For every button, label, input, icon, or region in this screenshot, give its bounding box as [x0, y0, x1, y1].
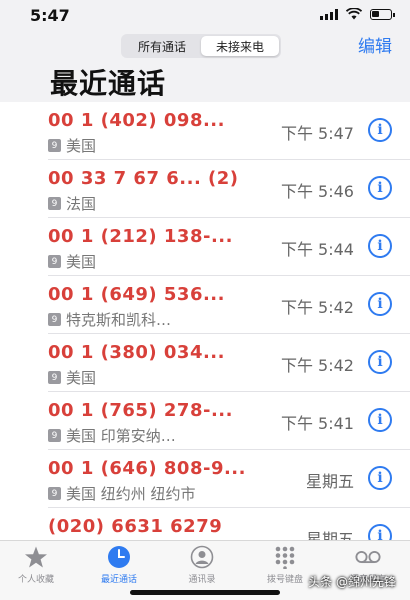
- call-number: 00 1 (212) 138-...: [48, 226, 233, 247]
- recents-list[interactable]: 00 1 (402) 098... 9 美国 下午 5:47 i 00 33 7 …: [0, 102, 410, 540]
- tab-label: 最近通话: [100, 575, 137, 585]
- call-location: 法国: [66, 195, 97, 213]
- call-number: 00 1 (402) 098...: [48, 110, 225, 131]
- info-icon[interactable]: i: [368, 524, 392, 540]
- call-row[interactable]: 00 1 (649) 536... 9 特克斯和凯科… 下午 5:42 i: [0, 276, 410, 334]
- info-icon[interactable]: i: [368, 176, 392, 200]
- status-bar: 5:47: [0, 0, 410, 30]
- call-row[interactable]: 00 1 (380) 034... 9 美国 下午 5:42 i: [0, 334, 410, 392]
- call-row[interactable]: 00 1 (212) 138-... 9 美国 下午 5:44 i: [0, 218, 410, 276]
- phone-label-icon: 9: [48, 371, 61, 384]
- call-row[interactable]: (020) 6631 6279 9 星期五 i: [0, 508, 410, 540]
- call-number: 00 1 (649) 536...: [48, 284, 225, 305]
- edit-button[interactable]: 编辑: [358, 32, 392, 57]
- call-filter-segmented-control[interactable]: 所有通话 未接来电: [121, 34, 281, 58]
- call-time: 下午 5:47: [280, 124, 354, 143]
- voicemail-icon: [355, 545, 381, 569]
- info-icon[interactable]: i: [368, 118, 392, 142]
- star-icon: [23, 545, 49, 569]
- call-time: 下午 5:44: [280, 240, 354, 259]
- clock-icon: [106, 545, 132, 569]
- call-number: (020) 6631 6279: [48, 516, 223, 537]
- call-time: 下午 5:41: [280, 414, 354, 433]
- call-time: 下午 5:42: [280, 298, 354, 317]
- keypad-icon: [272, 545, 298, 569]
- tab-recents[interactable]: 最近通话: [89, 545, 149, 585]
- home-indicator[interactable]: [130, 590, 280, 595]
- info-icon[interactable]: i: [368, 408, 392, 432]
- phone-label-icon: 9: [48, 197, 61, 210]
- contact-icon: [189, 545, 215, 569]
- phone-label-icon: 9: [48, 139, 61, 152]
- phone-label-icon: 9: [48, 487, 61, 500]
- call-row[interactable]: 00 1 (646) 808-9... 9 美国 纽约州 纽约市 星期五 i: [0, 450, 410, 508]
- call-time: 下午 5:42: [280, 356, 354, 375]
- segment-all-calls[interactable]: 所有通话: [123, 36, 201, 56]
- call-location: 美国: [66, 253, 97, 271]
- cellular-signal-icon: [320, 8, 338, 20]
- call-number: 00 1 (646) 808-9...: [48, 458, 246, 479]
- phone-label-icon: 9: [48, 255, 61, 268]
- call-time: 星期五: [305, 530, 354, 540]
- call-row[interactable]: 00 1 (402) 098... 9 美国 下午 5:47 i: [0, 102, 410, 160]
- tab-label: 拨号键盘: [266, 575, 303, 585]
- tab-contacts[interactable]: 通讯录: [172, 545, 232, 585]
- page-title: 最近通话: [50, 67, 167, 100]
- call-time: 星期五: [305, 472, 354, 491]
- call-row[interactable]: 00 33 7 67 6... (2) 9 法国 下午 5:46 i: [0, 160, 410, 218]
- info-icon[interactable]: i: [368, 350, 392, 374]
- tab-label: 通讯录: [188, 575, 216, 585]
- wifi-icon: [346, 8, 362, 20]
- phone-label-icon: 9: [48, 313, 61, 326]
- call-number: 00 1 (765) 278-...: [48, 400, 233, 421]
- call-location: 特克斯和凯科…: [66, 311, 172, 329]
- phone-label-icon: 9: [48, 429, 61, 442]
- status-time: 5:47: [30, 6, 70, 25]
- tab-label: 个人收藏: [17, 575, 54, 585]
- tab-favorites[interactable]: 个人收藏: [6, 545, 66, 585]
- segment-missed-calls[interactable]: 未接来电: [201, 36, 279, 56]
- call-location: 美国: [66, 137, 97, 155]
- call-number: 00 1 (380) 034...: [48, 342, 225, 363]
- info-icon[interactable]: i: [368, 234, 392, 258]
- watermark: 头条 @錦州先锋: [308, 575, 396, 589]
- status-icons: [320, 8, 395, 20]
- tab-keypad[interactable]: 拨号键盘: [255, 545, 315, 585]
- call-location: 美国 纽约州 纽约市: [66, 485, 196, 503]
- call-location: 美国 印第安纳…: [66, 427, 176, 445]
- battery-icon: [370, 8, 395, 20]
- call-location: 美国: [66, 369, 97, 387]
- call-row[interactable]: 00 1 (765) 278-... 9 美国 印第安纳… 下午 5:41 i: [0, 392, 410, 450]
- info-icon[interactable]: i: [368, 466, 392, 490]
- call-number: 00 33 7 67 6... (2): [48, 168, 239, 189]
- call-time: 下午 5:46: [280, 182, 354, 201]
- info-icon[interactable]: i: [368, 292, 392, 316]
